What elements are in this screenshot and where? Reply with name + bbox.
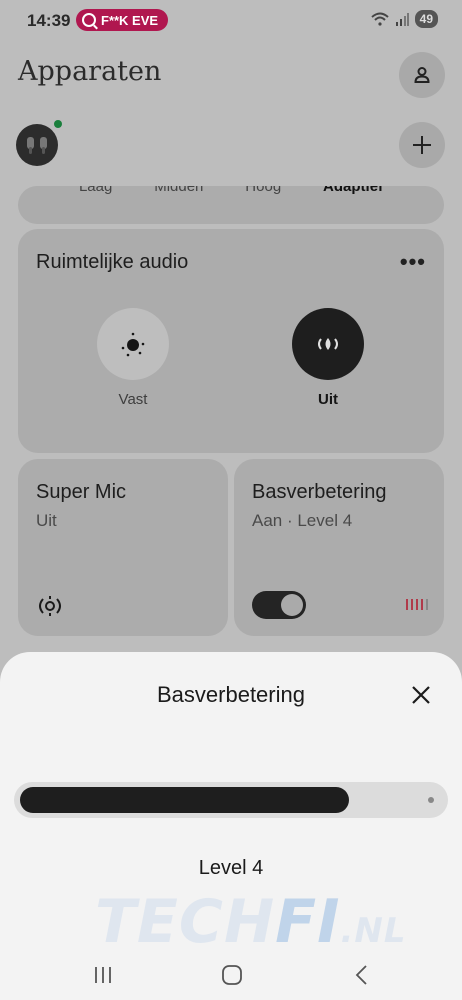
bass-boost-title: Basverbetering — [252, 481, 387, 503]
spatial-off-label: Uit — [318, 391, 338, 408]
recent-apps-icon — [95, 967, 111, 983]
spatial-off-button[interactable] — [292, 308, 364, 380]
fixed-audio-icon — [121, 332, 145, 357]
eq-preset-adaptive[interactable]: Adaptief — [323, 186, 383, 195]
sheet-title: Basverbetering — [157, 682, 305, 707]
device-avatar[interactable] — [16, 124, 58, 166]
eq-preset-list: Laag Midden Hoog Adaptief — [18, 186, 444, 195]
more-options-icon[interactable]: ••• — [400, 249, 426, 275]
plus-icon — [413, 136, 431, 154]
toggle-knob — [281, 594, 303, 616]
page-title: Apparaten — [18, 56, 162, 87]
online-indicator — [54, 120, 62, 128]
earbuds-icon — [27, 137, 47, 154]
eq-preset-card: Laag Midden Hoog Adaptief — [18, 186, 444, 224]
super-mic-status: Uit — [36, 511, 57, 530]
spatial-fixed-button[interactable] — [97, 308, 169, 380]
search-icon — [82, 13, 96, 27]
notification-pill-label: F**K EVE — [101, 12, 159, 28]
eq-preset-high[interactable]: Hoog — [245, 186, 281, 195]
wifi-icon — [370, 12, 389, 26]
close-icon — [412, 686, 430, 704]
account-button[interactable] — [399, 52, 445, 98]
home-button[interactable] — [212, 960, 252, 990]
spatial-audio-title: Ruimtelijke audio — [36, 251, 189, 273]
notification-pill[interactable]: F**K EVE — [76, 9, 169, 31]
recent-apps-button[interactable] — [83, 960, 123, 990]
eq-preset-mid[interactable]: Midden — [154, 186, 203, 195]
bass-boost-status: Aan · Level 4 — [252, 511, 353, 530]
user-icon — [414, 67, 430, 83]
back-icon — [355, 965, 367, 985]
status-bar: 14:39 F**K EVE 49 — [0, 8, 462, 36]
system-nav-bar — [0, 952, 462, 1000]
battery-indicator: 49 — [414, 10, 438, 28]
add-device-button[interactable] — [399, 122, 445, 168]
status-time: 14:39 — [27, 11, 71, 30]
signal-icon — [395, 13, 409, 26]
slider-fill[interactable] — [20, 787, 349, 813]
bass-level-indicator — [406, 599, 428, 610]
spatial-off-icon — [318, 338, 338, 350]
spatial-fixed-label: Vast — [118, 391, 148, 408]
system-icons: 49 — [370, 10, 438, 28]
level-label: Level 4 — [198, 857, 264, 879]
spatial-audio-card: Ruimtelijke audio ••• Vast Uit — [18, 229, 444, 453]
bass-boost-sheet: Basverbetering Level 4 TECHFI.NL — [0, 652, 462, 1000]
bass-boost-card[interactable]: Basverbetering Aan · Level 4 — [234, 459, 444, 636]
back-button[interactable] — [342, 960, 382, 990]
eq-preset-low[interactable]: Laag — [79, 186, 112, 195]
bass-boost-toggle[interactable] — [252, 591, 306, 619]
super-mic-title: Super Mic — [36, 481, 127, 503]
watermark-logo: TECHFI.NL — [95, 887, 407, 957]
home-icon — [222, 965, 242, 985]
bass-level-slider[interactable] — [14, 782, 448, 818]
close-button[interactable] — [406, 680, 436, 710]
mic-pickup-icon — [39, 596, 61, 616]
slider-max-dot — [428, 797, 434, 803]
super-mic-card[interactable]: Super Mic Uit — [18, 459, 228, 636]
